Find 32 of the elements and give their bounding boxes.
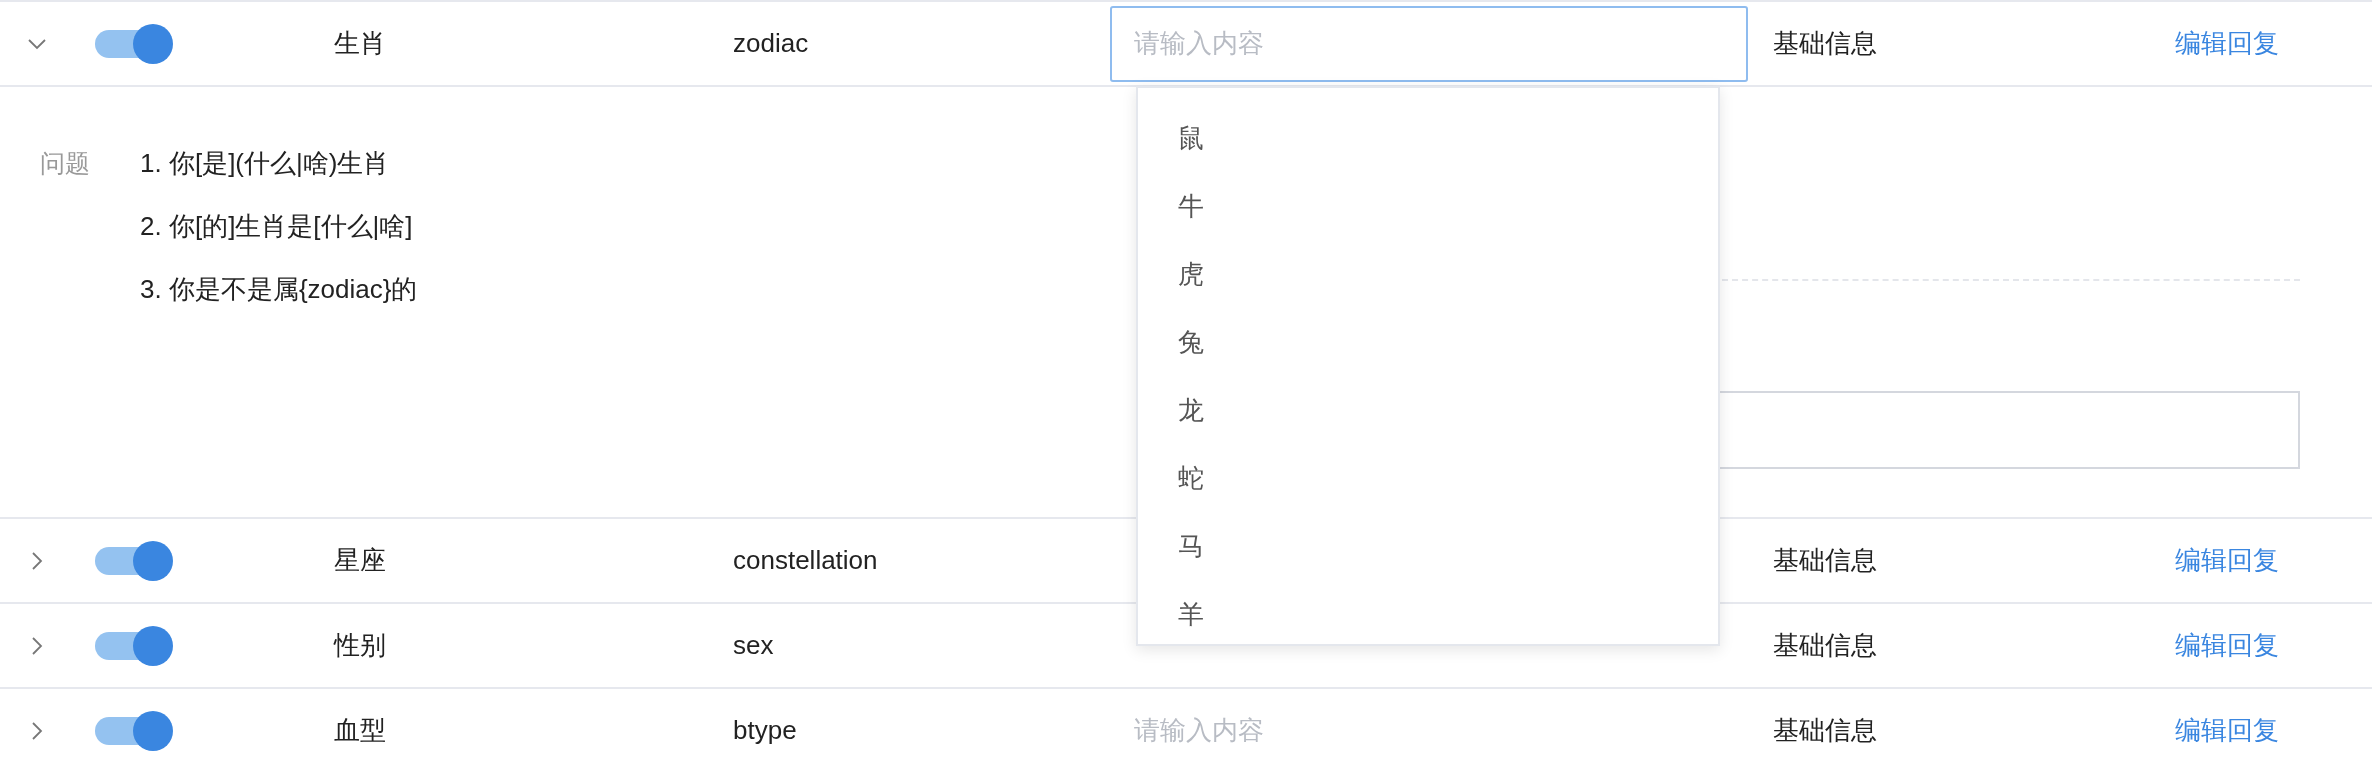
dropdown-option[interactable]: 鼠	[1138, 104, 1718, 172]
name-cell-text: 性别	[334, 629, 386, 662]
dropdown-option[interactable]: 马	[1138, 512, 1718, 580]
category-cell-text: 基础信息	[1773, 544, 1877, 577]
edit-reply-link[interactable]: 编辑回复	[2175, 628, 2279, 663]
dropdown-option[interactable]: 兔	[1138, 308, 1718, 376]
toggle-switch[interactable]	[95, 540, 173, 581]
question-item: 3. 你是不是属{zodiac}的	[140, 273, 418, 306]
question-label: 问题	[40, 148, 90, 179]
question-item: 2. 你[的]生肖是[什么|啥]	[140, 210, 414, 243]
toggle-switch[interactable]	[95, 23, 173, 64]
edit-reply-link[interactable]: 编辑回复	[2175, 543, 2279, 578]
toggle-switch[interactable]	[95, 625, 173, 666]
edit-reply-link[interactable]: 编辑回复	[2175, 713, 2279, 748]
dropdown-option[interactable]: 蛇	[1138, 444, 1718, 512]
name-cell-text: 血型	[334, 714, 386, 747]
category-cell-text: 基础信息	[1773, 27, 1877, 60]
edit-reply-link[interactable]: 编辑回复	[2175, 26, 2279, 61]
dropdown-option[interactable]: 虎	[1138, 240, 1718, 308]
category-cell-text: 基础信息	[1773, 629, 1877, 662]
key-cell: sex	[733, 630, 774, 661]
dropdown-option[interactable]: 龙	[1138, 376, 1718, 444]
key-cell: zodiac	[733, 28, 809, 59]
category-cell-text: 基础信息	[1773, 714, 1877, 747]
name-cell-text: 生肖	[334, 27, 386, 60]
name-cell-text: 星座	[334, 544, 386, 577]
key-cell: btype	[733, 715, 797, 746]
dropdown-option[interactable]: 牛	[1138, 172, 1718, 240]
question-item: 1. 你[是](什么|啥)生肖	[140, 147, 391, 180]
toggle-switch[interactable]	[95, 710, 173, 751]
dropdown-option[interactable]: 羊	[1138, 580, 1718, 644]
key-cell: constellation	[733, 545, 878, 576]
